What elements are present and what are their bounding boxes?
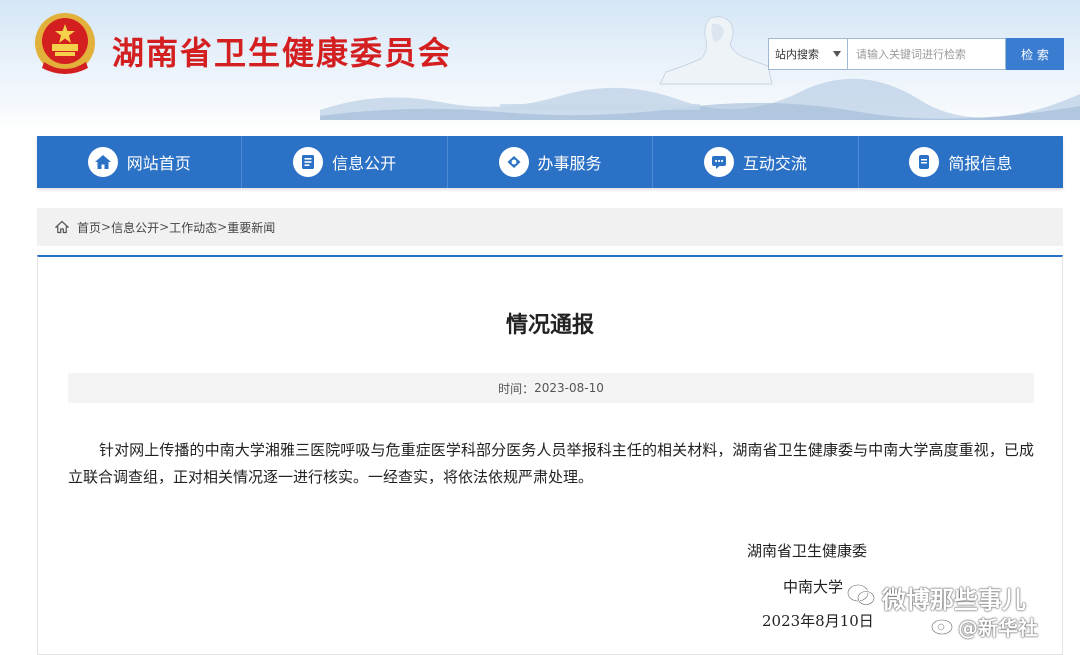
nav-item-label: 网站首页: [126, 154, 191, 173]
service-icon: [498, 147, 529, 177]
home-icon: [55, 220, 69, 234]
nav-item-home[interactable]: 网站首页: [37, 136, 243, 188]
breadcrumb-separator: >: [217, 220, 228, 234]
breadcrumb-home[interactable]: 首页: [77, 219, 101, 236]
signature-org-health-commission: 湖南省卫生健康委: [747, 542, 868, 560]
weibo-icon: [931, 619, 953, 635]
breadcrumb-work-news[interactable]: 工作动态: [169, 219, 217, 236]
search-button[interactable]: 检 索: [1006, 38, 1064, 70]
article-title: 情况通报: [505, 313, 594, 338]
article-date: 2023-08-10: [534, 381, 604, 395]
search-scope-select[interactable]: 站内搜索: [768, 38, 848, 70]
breadcrumb-separator: >: [101, 220, 112, 234]
statue-decoration: [659, 16, 773, 85]
article-meta: 时间： 2023-08-10: [68, 373, 1034, 403]
xinhua-watermark: @新华社: [958, 616, 1038, 640]
breadcrumb-important-news[interactable]: 重要新闻: [227, 219, 275, 236]
nav-item-interaction[interactable]: 互动交流: [653, 136, 859, 188]
article-body: 针对网上传播的中南大学湘雅三医院呼吸与危重症医学科部分医务人员举报科主任的相关材…: [68, 441, 1034, 486]
nav-item-label: 简报信息: [948, 154, 1013, 173]
document-icon: [293, 147, 324, 177]
search-input[interactable]: [848, 38, 1006, 70]
weibo-watermark: 微博那些事儿: [882, 586, 1026, 614]
signature-date: 2023年8月10日: [762, 612, 874, 630]
search-scope-label: 站内搜索: [775, 48, 819, 61]
nav-item-label: 互动交流: [742, 154, 807, 173]
site-search: 站内搜索 检 索: [768, 38, 1064, 70]
site-title[interactable]: 湖南省卫生健康委员会: [112, 28, 452, 74]
breadcrumb: 首页 > 信息公开 > 工作动态 > 重要新闻: [37, 208, 1063, 246]
national-emblem-icon: [35, 13, 95, 74]
nav-item-briefings[interactable]: 简报信息: [859, 136, 1063, 188]
chat-icon: [703, 147, 734, 177]
nav-item-label: 办事服务: [537, 154, 602, 173]
nav-item-services[interactable]: 办事服务: [448, 136, 654, 188]
site-header: 湖南省卫生健康委员会 站内搜索 检 索: [0, 0, 1080, 130]
nav-item-label: 信息公开: [332, 154, 397, 173]
wechat-icon: [846, 583, 876, 606]
signature-org-university: 中南大学: [783, 578, 844, 596]
breadcrumb-separator: >: [159, 220, 170, 234]
date-label: 时间：: [498, 381, 535, 396]
home-icon: [87, 147, 118, 177]
report-icon: [909, 147, 940, 177]
nav-item-info-disclosure[interactable]: 信息公开: [242, 136, 448, 188]
breadcrumb-info-disclosure[interactable]: 信息公开: [111, 219, 159, 236]
main-nav: 网站首页 信息公开 办事服务 互动交流 简报信息: [37, 136, 1063, 188]
chevron-down-icon: [833, 51, 841, 57]
